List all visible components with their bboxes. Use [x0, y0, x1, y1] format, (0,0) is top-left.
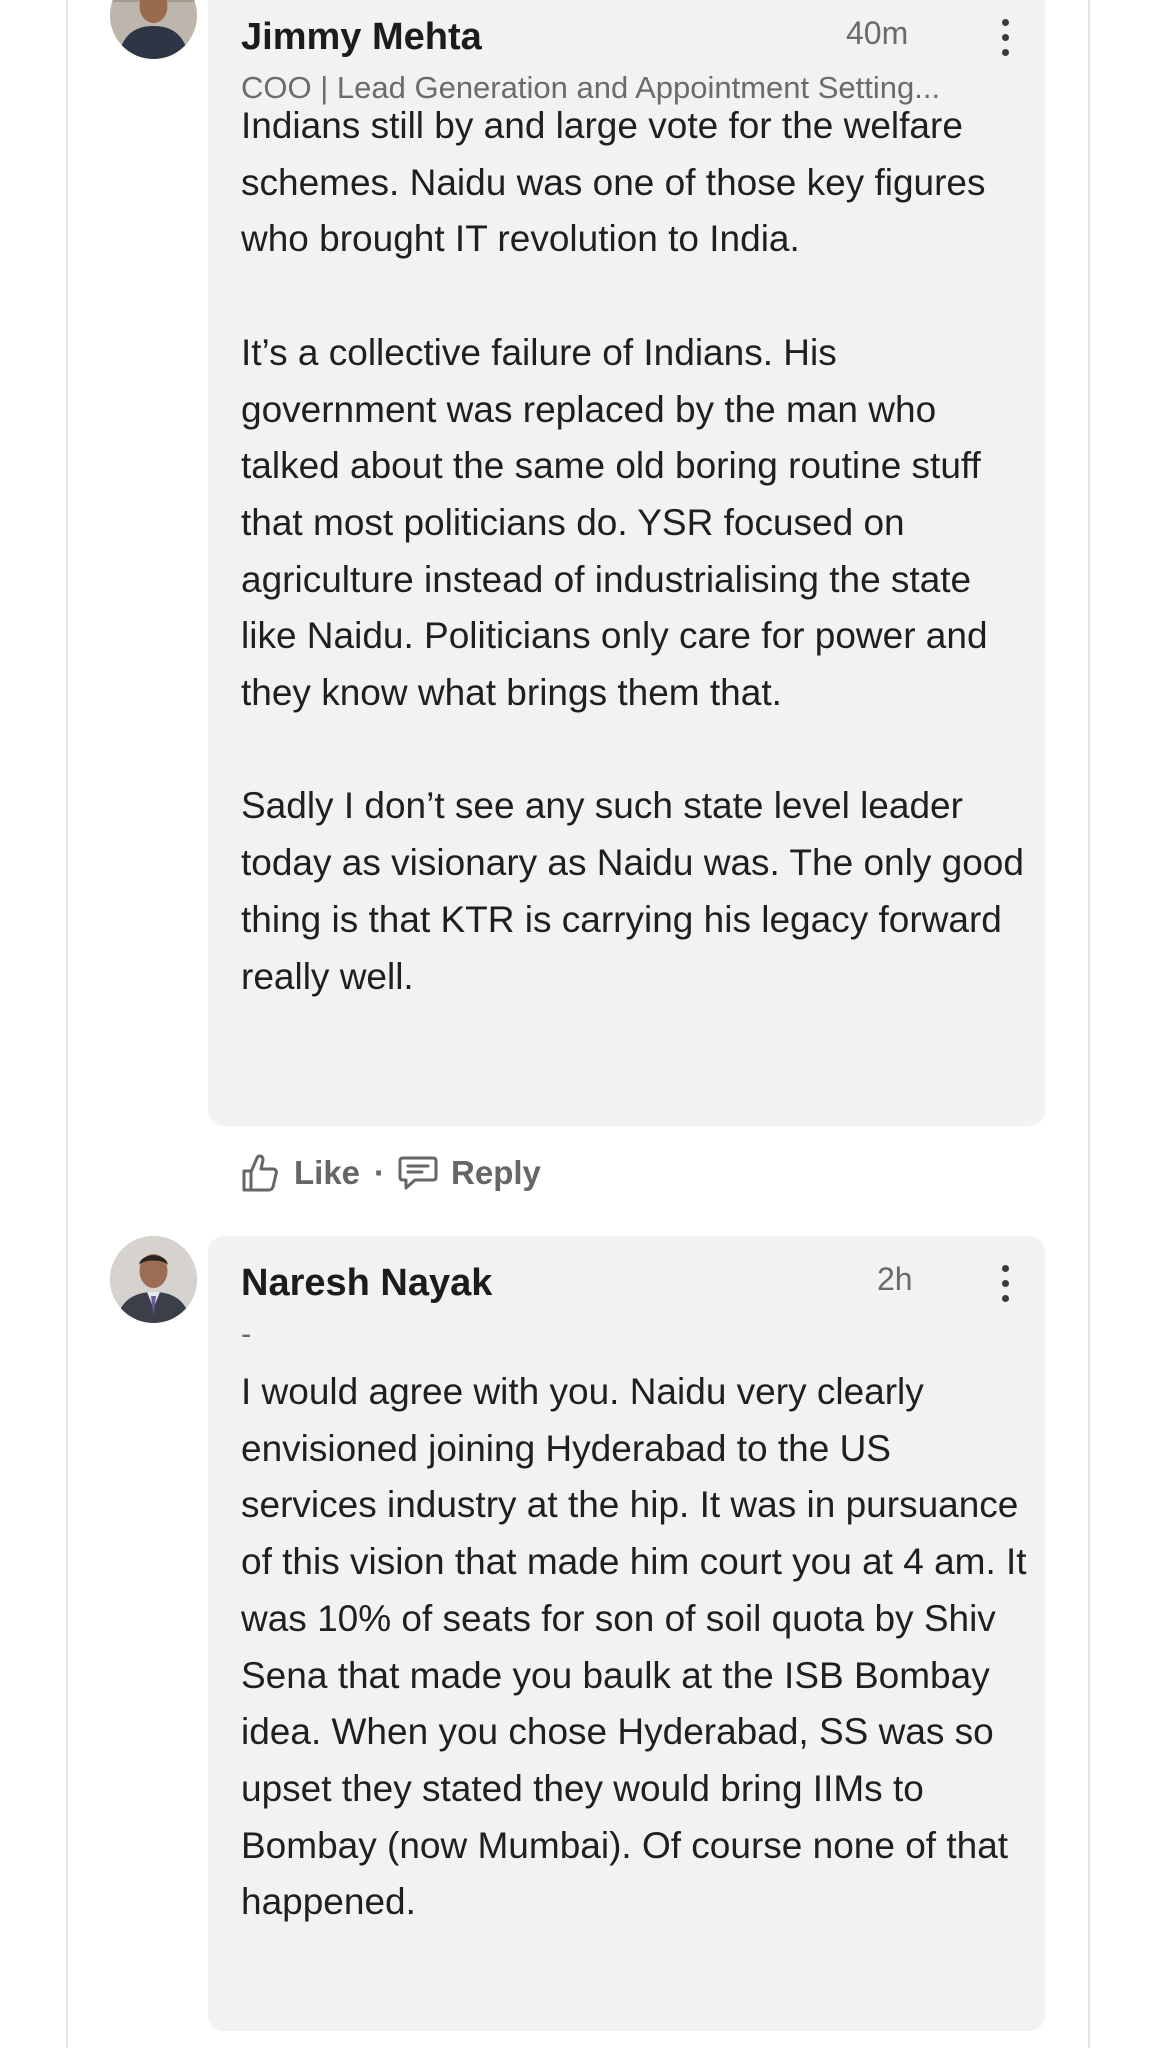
avatar-jimmy-mehta[interactable] [110, 0, 197, 59]
comment-author[interactable]: Naresh Nayak [241, 1262, 492, 1305]
more-options-icon[interactable] [999, 1262, 1011, 1306]
comment-paragraph: Sadly I don’t see any such state level l… [241, 785, 1024, 997]
comment-body: Indians still by and large vote for the … [241, 98, 1031, 1005]
comment-author[interactable]: Jimmy Mehta [241, 16, 482, 59]
comment-actions: Like · Reply [240, 1148, 541, 1198]
comment-timestamp: 2h [877, 1261, 913, 1297]
reply-label: Reply [451, 1154, 541, 1191]
action-separator: · [374, 1154, 386, 1191]
thread-left-border [66, 0, 68, 2048]
like-button[interactable]: Like [240, 1152, 360, 1194]
comment-paragraph: Indians still by and large vote for the … [241, 105, 986, 260]
thread-right-border [1088, 0, 1090, 2048]
comment-author-headline: - [241, 1316, 252, 1351]
comment-bubble: Jimmy Mehta 40m COO | Lead Generation an… [208, 0, 1045, 1126]
reply-button[interactable]: Reply [397, 1154, 541, 1192]
avatar-naresh-nayak[interactable] [110, 1236, 197, 1323]
comment-paragraph: I would agree with you. Naidu very clear… [241, 1371, 1027, 1923]
like-label: Like [294, 1154, 361, 1191]
speech-bubble-icon [397, 1154, 439, 1192]
comment-body: I would agree with you. Naidu very clear… [241, 1364, 1031, 1931]
comment-paragraph: It’s a collective failure of Indians. Hi… [241, 331, 988, 714]
comment-timestamp: 40m [846, 15, 909, 51]
thumbs-up-icon [240, 1152, 280, 1194]
comment-bubble: Naresh Nayak 2h - I would agree with you… [208, 1236, 1045, 2031]
more-options-icon[interactable] [999, 16, 1011, 60]
